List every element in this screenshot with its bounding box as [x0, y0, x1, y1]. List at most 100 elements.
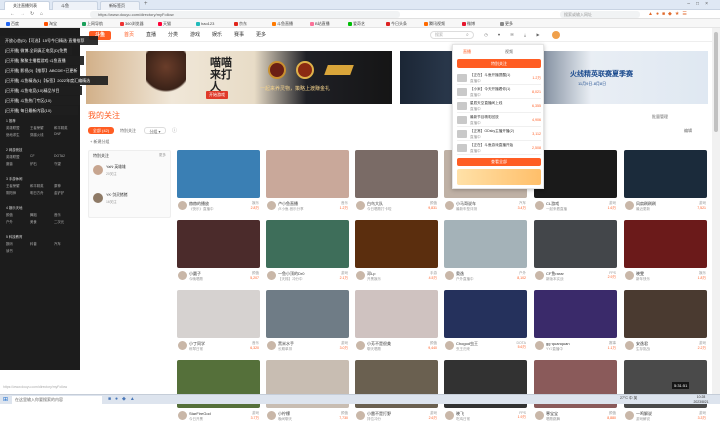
sidebar-category-link[interactable]: 科普	[30, 241, 37, 246]
sidebar-category-link[interactable]: 和平精英	[54, 125, 68, 130]
sidebar-category-link[interactable]: 汽车	[54, 241, 61, 246]
sidebar-overlay-item[interactable]: [已开播] 斗鱼热门专区(10)	[0, 96, 80, 105]
windows-start-icon[interactable]: ⊞	[3, 396, 8, 403]
site-nav-item[interactable]: 直播	[146, 32, 156, 39]
special-item[interactable]: YaN·英雄雄 20关注	[93, 163, 168, 181]
sidebar-category-link[interactable]: 和平精英	[30, 183, 44, 188]
header-download-icon[interactable]: ⤓	[521, 31, 529, 39]
site-nav-item[interactable]: 首页	[124, 32, 134, 39]
tray-ime[interactable]: 中	[629, 396, 633, 400]
avatar[interactable]	[625, 201, 634, 210]
extension-icons[interactable]: ▲●■◆★☰	[648, 11, 690, 17]
stream-card[interactable]: 晓雯 新年快乐 娱乐 1.8万	[624, 220, 707, 288]
avatar[interactable]	[625, 271, 634, 280]
avatar[interactable]	[178, 411, 187, 420]
stream-thumbnail[interactable]	[444, 290, 527, 338]
streamer-name[interactable]: gg·quanquan	[546, 341, 596, 346]
avatar[interactable]	[356, 201, 365, 210]
bookmark-item[interactable]: 360浏览器	[120, 20, 144, 27]
stream-thumbnail[interactable]	[266, 150, 349, 198]
stream-thumbnail[interactable]	[534, 150, 617, 198]
sidebar-overlay-item[interactable]: 开放心态(D)【可选】15号今日精选·直播推荐	[0, 36, 98, 45]
avatar[interactable]	[535, 271, 544, 280]
dropdown-row[interactable]: 最新节目精彩回放 直播中 4,906	[457, 114, 541, 127]
browser-tab-2[interactable]: 新标签页	[100, 1, 140, 10]
window-controls[interactable]: –□×	[687, 1, 714, 7]
new-tab-icon[interactable]: +	[144, 1, 148, 7]
bookmark-item[interactable]: 淘宝	[44, 20, 57, 27]
bookmark-item[interactable]: 上网导航	[82, 20, 103, 27]
sidebar-category-link[interactable]: 英雄联盟	[6, 125, 20, 130]
stream-card[interactable]: 小丁同学 练琴日常 音乐 6,320	[177, 290, 260, 358]
clock[interactable]: 10:28 2023/8/21	[686, 395, 716, 404]
sidebar-category-link[interactable]: DOTA2	[54, 154, 65, 158]
taskbar-app-icons[interactable]: ■●◆▲	[108, 396, 139, 402]
stream-card[interactable]: 奥逸 户外直播中 户外 8,102	[444, 220, 527, 288]
avatar[interactable]	[178, 201, 187, 210]
sidebar-category-link[interactable]: 原神	[54, 183, 61, 188]
bookmark-item[interactable]: 爱奇艺	[348, 20, 365, 27]
stream-thumbnail[interactable]	[624, 220, 707, 268]
stream-card[interactable]: 卢小鱼直播 卢小鱼-音乐分享 音乐 1.2万	[266, 150, 349, 218]
banner-left[interactable]: 喵喵来打人 开始游戏 一起来养灵物，策略上渡赚金礼	[86, 51, 392, 104]
avatar[interactable]	[535, 341, 544, 350]
stream-thumbnail[interactable]	[355, 290, 438, 338]
stream-thumbnail[interactable]	[624, 150, 707, 198]
avatar[interactable]	[267, 341, 276, 350]
sidebar-category-link[interactable]: 读书	[6, 248, 13, 253]
stream-thumbnail[interactable]	[355, 150, 438, 198]
avatar[interactable]	[178, 271, 187, 280]
browser-tab-1[interactable]: 斗鱼	[52, 1, 98, 10]
bookmark-item[interactable]: 斗鱼直播	[272, 20, 293, 27]
stream-card[interactable]: CL游戏 一起来看直播 游戏 1.6万	[534, 150, 617, 218]
add-group-link[interactable]: + 新建分组	[90, 139, 109, 145]
sidebar-category-link[interactable]: 炉石	[30, 161, 37, 166]
special-item[interactable]: YK·剑灵猪猪 16关注	[93, 191, 168, 209]
avatar[interactable]	[445, 411, 454, 420]
stream-thumbnail[interactable]	[266, 290, 349, 338]
avatar[interactable]	[267, 271, 276, 280]
avatar[interactable]	[267, 411, 276, 420]
site-nav-item[interactable]: 赛事	[234, 32, 244, 39]
user-avatar[interactable]	[552, 31, 560, 39]
sidebar-category-link[interactable]: 明日方舟	[30, 190, 44, 195]
dropdown-row[interactable]: 【正在】斗鱼开播提醒(1) 直播中 1.2万	[457, 72, 541, 85]
forward-icon[interactable]: →	[20, 11, 25, 17]
bookmark-item[interactable]: hao123	[196, 20, 214, 27]
stream-card[interactable]: 安逸君 生存挑战 游戏 2.2万	[624, 290, 707, 358]
header-follow-icon[interactable]: ♥	[495, 31, 503, 39]
sidebar-category-link[interactable]: DNF	[54, 132, 61, 136]
banner-right[interactable]: 火线精英联赛夏季赛 11月9日-8月8日	[400, 51, 708, 104]
scrollbar-thumb[interactable]	[714, 32, 718, 132]
bookmark-item[interactable]: 京东	[234, 20, 247, 27]
dropdown-row[interactable]: 【小米】今天开播看你(1) 直播中 8,021	[457, 86, 541, 99]
site-nav-item[interactable]: 游戏	[190, 32, 200, 39]
avatar[interactable]	[535, 201, 544, 210]
stream-card[interactable]: 风扇刷刷刷 最近更新 游戏 7,521	[624, 150, 707, 218]
avatar[interactable]	[178, 341, 187, 350]
avatar[interactable]	[356, 341, 365, 350]
sidebar-overlay-item[interactable]: [已开播] 每日最新内容(10)	[0, 106, 78, 115]
home-icon[interactable]: ⌂	[40, 11, 43, 17]
sidebar-overlay-item[interactable]: [已开播] 斗鱼精选(1)【标签】2022年度汇编精选	[0, 76, 108, 85]
avatar[interactable]	[445, 201, 454, 210]
bookmark-item[interactable]: 天猫	[158, 20, 171, 27]
sidebar-category-link[interactable]: 数码	[6, 241, 13, 246]
bookmark-item[interactable]: 腾讯视频	[424, 20, 445, 27]
sidebar-category-link[interactable]: 阴阳师	[6, 190, 16, 195]
sidebar-category-link[interactable]: 户外	[6, 219, 13, 224]
filter-group-dropdown[interactable]: 分组 ▾	[144, 127, 166, 134]
stream-thumbnail[interactable]	[444, 220, 527, 268]
sidebar-category-link[interactable]: 舞蹈	[30, 212, 37, 217]
stream-thumbnail[interactable]	[177, 220, 260, 268]
sidebar-category-link[interactable]: 英雄联盟	[6, 154, 20, 159]
streamer-name[interactable]: StarFireGod	[189, 411, 239, 416]
stream-card[interactable]: gg·quanquan YYJ直播中 赛事 1.1万	[534, 290, 617, 358]
sidebar-category-link[interactable]: 魔兽	[6, 161, 13, 166]
sidebar-overlay-item[interactable]: [已开播] 影视(0)【推荐】ABCDE+已更新	[0, 66, 80, 75]
avatar[interactable]	[356, 411, 365, 420]
avatar[interactable]	[535, 411, 544, 420]
stream-thumbnail[interactable]	[534, 290, 617, 338]
stream-thumbnail[interactable]	[624, 290, 707, 338]
stream-thumbnail[interactable]	[177, 290, 260, 338]
